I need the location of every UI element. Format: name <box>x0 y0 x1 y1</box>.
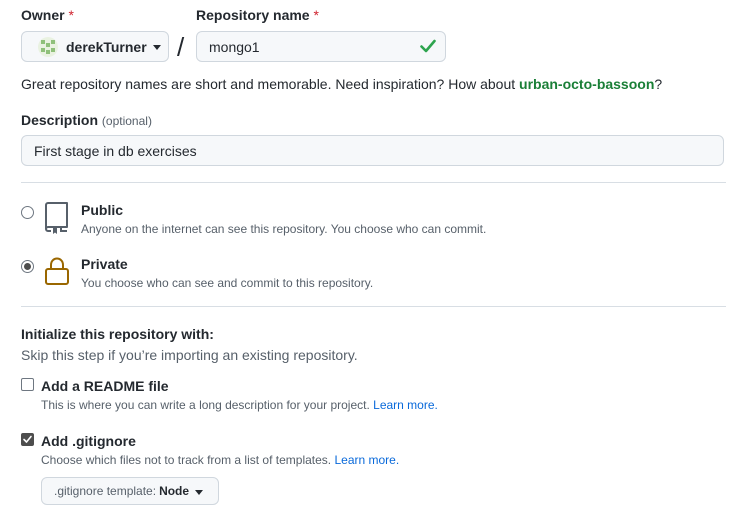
hint-text: Great repository names are short and mem… <box>21 76 520 92</box>
check-icon <box>420 39 436 58</box>
initialize-subtitle: Skip this step if you’re importing an ex… <box>21 347 358 363</box>
readme-description-text: This is where you can write a long descr… <box>41 398 374 412</box>
chevron-down-icon <box>195 489 204 495</box>
template-label: .gitignore template: <box>54 484 157 498</box>
readme-checkbox[interactable] <box>21 378 34 391</box>
owner-label: Owner * <box>21 6 74 24</box>
repo-name-hint: Great repository names are short and mem… <box>21 75 662 93</box>
template-value: Node <box>159 484 190 498</box>
public-subtitle: Anyone on the internet can see this repo… <box>81 222 487 236</box>
repo-name-label: Repository name * <box>196 6 319 24</box>
gitignore-template-select[interactable]: .gitignore template: Node <box>41 477 219 505</box>
initialize-title: Initialize this repository with: <box>21 326 214 342</box>
readme-label[interactable]: Add a README file <box>41 377 169 395</box>
public-title: Public <box>81 202 124 218</box>
repo-name-input[interactable]: mongo1 <box>196 31 446 62</box>
required-mark: * <box>68 7 74 23</box>
description-input[interactable]: First stage in db exercises <box>21 135 724 166</box>
private-radio[interactable] <box>21 260 34 273</box>
gitignore-checkbox[interactable] <box>21 433 34 446</box>
gitignore-description: Choose which files not to track from a l… <box>41 452 399 468</box>
public-radio[interactable] <box>21 206 34 219</box>
repo-icon <box>44 201 70 240</box>
private-title: Private <box>81 256 128 272</box>
owner-name: derekTurner <box>66 38 147 55</box>
owner-repo-separator: / <box>177 32 185 62</box>
owner-label-text: Owner <box>21 7 65 23</box>
gitignore-learn-more-link[interactable]: Learn more. <box>334 453 399 467</box>
readme-learn-more-link[interactable]: Learn more. <box>373 398 438 412</box>
required-mark: * <box>313 7 319 23</box>
repo-name-label-text: Repository name <box>196 7 310 23</box>
readme-description: This is where you can write a long descr… <box>41 397 438 413</box>
lock-icon <box>44 256 70 291</box>
hint-end: ? <box>654 76 663 92</box>
divider <box>21 306 726 307</box>
optional-tag: (optional) <box>101 114 152 128</box>
divider <box>21 182 726 183</box>
description-label-text: Description <box>21 112 99 128</box>
avatar <box>38 36 58 57</box>
private-subtitle: You choose who can see and commit to thi… <box>81 276 374 290</box>
description-value: First stage in db exercises <box>34 142 197 159</box>
owner-select[interactable]: derekTurner <box>21 31 169 62</box>
gitignore-label[interactable]: Add .gitignore <box>41 432 136 450</box>
gitignore-description-text: Choose which files not to track from a l… <box>41 453 335 467</box>
checkmark-icon <box>23 435 32 443</box>
name-suggestion[interactable]: urban-octo-bassoon <box>519 76 654 92</box>
repo-name-value: mongo1 <box>209 38 260 55</box>
description-label: Description (optional) <box>21 111 152 130</box>
chevron-down-icon <box>152 45 161 50</box>
